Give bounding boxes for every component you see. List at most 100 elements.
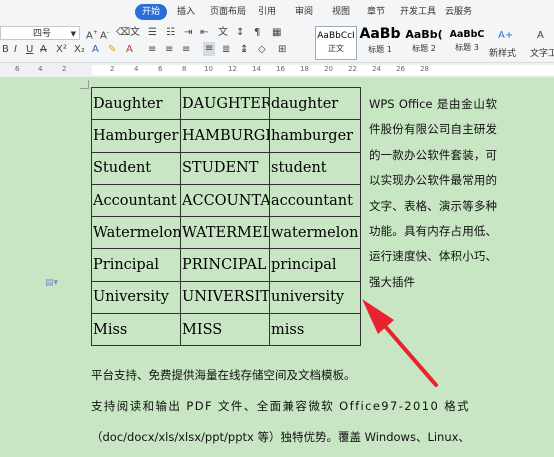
tab-developer[interactable]: 开发工具 <box>400 4 436 20</box>
table-cell[interactable]: daughter <box>269 86 361 121</box>
table-cell[interactable]: MISS <box>180 313 270 347</box>
strikethrough-icon[interactable]: A <box>40 44 47 56</box>
table-cell[interactable]: Student <box>91 151 181 185</box>
ruler-number: 12 <box>228 65 237 73</box>
table-cell[interactable]: student <box>269 151 361 185</box>
table-row: WatermelonWATERMELONwatermelon <box>91 216 361 250</box>
pinyin-icon[interactable]: 文 <box>130 27 140 39</box>
text-tools-icon[interactable]: A <box>537 30 544 42</box>
style-normal[interactable]: AaBbCcI 正文 <box>315 26 357 60</box>
horizontal-ruler[interactable]: 6 4 2 2 4 6 8 10 12 14 16 18 20 22 24 26… <box>0 62 554 78</box>
body-paragraph: 支持阅读和输出 PDF 文件、全面兼容微软 Office97-2010 格式 <box>91 399 471 413</box>
outdent-icon[interactable]: ⇤ <box>200 27 208 39</box>
highlight-icon[interactable]: ✎ <box>108 44 116 56</box>
new-style-icon[interactable]: A+ <box>498 30 513 42</box>
word-table[interactable]: Daughter DAUGHTER daughter Hamburger HAMBURG… <box>91 86 361 347</box>
table-cell[interactable]: university <box>269 280 361 315</box>
tab-chapter[interactable]: 章节 <box>367 4 385 20</box>
body-paragraph: 平台支持、免费提供海量在线存储空间及文档模板。 <box>91 368 356 382</box>
table-cell[interactable]: Daughter <box>91 86 181 121</box>
ruler-number: 18 <box>300 65 309 73</box>
bullets-icon[interactable]: ☰ <box>148 27 157 39</box>
style-preview: AaBbC <box>449 29 485 40</box>
table-row: Daughter DAUGHTER daughter <box>91 86 361 121</box>
table-cell[interactable]: principal <box>269 248 361 282</box>
table-cell[interactable]: UNIVERSITY <box>180 280 270 315</box>
table-cell[interactable]: WATERMELON <box>180 216 270 250</box>
indent-icon[interactable]: ⇥ <box>184 27 192 39</box>
style-heading-1[interactable]: AaBb 标题 1 <box>359 26 401 58</box>
paragraph-handle-icon[interactable]: ▤▾ <box>45 278 58 288</box>
table-cell[interactable]: DAUGHTER <box>180 86 270 121</box>
tab-references[interactable]: 引用 <box>258 4 276 20</box>
justify-icon[interactable]: ≡ <box>203 42 216 56</box>
table-row: AccountantACCOUNTANTaccountant <box>91 183 361 218</box>
text-tools-button[interactable]: 文字工 <box>530 46 554 59</box>
side-paragraph: WPS Office 是由金山软件股份有限公司自主研发的一款办公软件套装，可以实… <box>369 97 497 289</box>
table-cell[interactable]: watermelon <box>269 216 361 250</box>
align-right-icon[interactable]: ≡ <box>182 44 190 56</box>
style-preview: AaBb( <box>405 28 443 41</box>
text-color-icon[interactable]: A <box>126 44 133 56</box>
underline-icon[interactable]: U <box>26 44 33 56</box>
clear-format-icon[interactable]: ⌫ <box>116 27 130 39</box>
table-cell[interactable]: HAMBURGER <box>180 119 270 153</box>
table-cell[interactable]: STUDENT <box>180 151 270 185</box>
table-cell[interactable]: Miss <box>91 313 181 347</box>
tab-page-layout[interactable]: 页面布局 <box>210 4 246 20</box>
ruler-number: 8 <box>182 65 187 73</box>
table-row: Miss MISS miss <box>91 313 361 347</box>
page-corner-mark <box>80 80 89 89</box>
distributed-icon[interactable]: ≣ <box>222 44 230 56</box>
style-heading-2[interactable]: AaBb( 标题 2 <box>403 26 445 58</box>
table-cell[interactable]: accountant <box>269 183 361 218</box>
shading-icon[interactable]: ◇ <box>258 44 266 56</box>
table-cell[interactable]: Hamburger <box>91 119 181 153</box>
ruler-number: 6 <box>158 65 163 73</box>
font-size-select[interactable]: 四号 ▼ <box>0 26 80 40</box>
style-name: 标题 1 <box>368 45 392 54</box>
borders-icon[interactable]: ⊞ <box>278 44 286 56</box>
bold-icon[interactable]: B <box>2 44 9 56</box>
align-left-icon[interactable]: ≡ <box>148 44 156 56</box>
new-style-button[interactable]: 新样式 <box>489 46 516 59</box>
tab-review[interactable]: 审阅 <box>295 4 313 20</box>
ribbon: 开始 插入 页面布局 引用 审阅 视图 章节 开发工具 云服务 四号 ▼ A+ A… <box>0 0 554 62</box>
table-cell[interactable]: ACCOUNTANT <box>180 183 270 218</box>
shrink-font-icon[interactable]: A- <box>100 27 109 42</box>
table-cell[interactable]: PRINCIPAL <box>180 248 270 282</box>
table-cell[interactable]: University <box>91 280 181 315</box>
ruler-number: 24 <box>372 65 381 73</box>
table-row: UniversityUNIVERSITYuniversity <box>91 280 361 315</box>
style-name: 标题 2 <box>412 44 436 53</box>
table-cell[interactable]: hamburger <box>269 119 361 153</box>
ruler-number: 28 <box>420 65 429 73</box>
tab-home[interactable]: 开始 <box>135 4 168 20</box>
subscript-icon[interactable]: X₂ <box>74 44 85 56</box>
table-cell[interactable]: Principal <box>91 248 181 282</box>
sort-icon[interactable]: ↕ <box>236 27 244 39</box>
style-name: 标题 3 <box>455 43 479 52</box>
chinese-layout-icon[interactable]: 文 <box>218 27 228 39</box>
table-grid-icon[interactable]: ▦ <box>272 27 281 39</box>
show-marks-icon[interactable]: ¶ <box>254 27 260 39</box>
tab-insert[interactable]: 插入 <box>177 4 195 20</box>
tab-cloud[interactable]: 云服务 <box>445 4 472 20</box>
font-color-icon[interactable]: A <box>92 44 99 56</box>
numbering-icon[interactable]: ☷ <box>166 27 175 39</box>
toolbar: 四号 ▼ A+ A- ⌫ 文 B I U A X² X₂ A ✎ A ☰ ☷ ⇥ … <box>0 24 554 62</box>
superscript-icon[interactable]: X² <box>56 44 67 56</box>
style-name: 正文 <box>328 44 344 53</box>
table-cell[interactable]: Accountant <box>91 183 181 218</box>
tab-view[interactable]: 视图 <box>332 4 350 20</box>
table-row: Principal PRINCIPAL principal <box>91 248 361 282</box>
style-heading-3[interactable]: AaBbC 标题 3 <box>447 26 487 58</box>
word-table-body: Daughter DAUGHTER daughter Hamburger HAMBURG… <box>91 86 361 347</box>
table-cell[interactable]: Watermelon <box>91 216 181 250</box>
line-spacing-icon[interactable]: ↨ <box>240 44 248 56</box>
ruler-number: 22 <box>348 65 357 73</box>
italic-icon[interactable]: I <box>14 44 17 56</box>
grow-font-icon[interactable]: A+ <box>86 27 98 42</box>
table-cell[interactable]: miss <box>269 313 361 347</box>
align-center-icon[interactable]: ≡ <box>165 44 173 56</box>
